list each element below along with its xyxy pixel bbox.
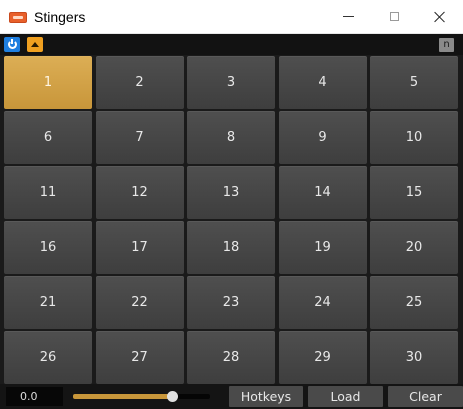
stinger-pad-12[interactable]: 12 [95,166,184,219]
stinger-pad-25[interactable]: 25 [370,276,458,329]
stinger-pad-18[interactable]: 18 [187,221,275,274]
close-button[interactable] [417,0,463,33]
stinger-pad-14[interactable]: 14 [278,166,367,219]
title-bar[interactable]: Stingers [0,0,463,34]
stinger-pad-22[interactable]: 22 [95,276,184,329]
stinger-pad-19[interactable]: 19 [278,221,367,274]
bottom-bar: 0.0 Hotkeys Load Clear [0,384,463,409]
stinger-pad-11[interactable]: 11 [4,166,92,219]
stingers-window: Stingers n 1 2 3 4 5 6 7 8 9 10 11 12 13 14 15 16 17 18 19… [0,0,463,409]
stinger-pad-10[interactable]: 10 [370,111,458,164]
stinger-pad-16[interactable]: 16 [4,221,92,274]
stinger-pad-15[interactable]: 15 [370,166,458,219]
power-icon [7,39,17,49]
stinger-pad-20[interactable]: 20 [370,221,458,274]
stinger-pad-26[interactable]: 26 [4,331,92,384]
volume-slider[interactable] [73,391,210,402]
stinger-pad-24[interactable]: 24 [278,276,367,329]
close-icon [434,11,446,23]
volume-slider-thumb[interactable] [166,391,178,402]
stinger-pad-29[interactable]: 29 [278,331,367,384]
hotkeys-button[interactable]: Hotkeys [229,386,303,407]
collapse-button[interactable] [27,37,43,52]
stinger-pad-3[interactable]: 3 [187,56,275,109]
maximize-button[interactable] [371,0,417,33]
stinger-pad-grid: 1 2 3 4 5 6 7 8 9 10 11 12 13 14 15 16 17 18 19 20 21 22 23 24 2… [4,56,459,384]
clear-button[interactable]: Clear [388,386,463,407]
stinger-pad-4[interactable]: 4 [278,56,367,109]
minimize-button[interactable] [325,0,371,33]
toolbar: n [0,34,463,55]
stinger-pad-6[interactable]: 6 [4,111,92,164]
stinger-pad-8[interactable]: 8 [187,111,275,164]
maximize-icon [389,12,399,21]
stinger-pad-9[interactable]: 9 [278,111,367,164]
stinger-pad-23[interactable]: 23 [187,276,275,329]
volume-slider-fill [73,394,172,399]
stinger-pad-27[interactable]: 27 [95,331,184,384]
app-logo-icon [9,12,27,23]
stinger-pad-21[interactable]: 21 [4,276,92,329]
window-title: Stingers [34,9,86,25]
n-button[interactable]: n [439,38,454,52]
stinger-pad-5[interactable]: 5 [370,56,458,109]
volume-readout[interactable]: 0.0 [6,387,63,406]
load-button[interactable]: Load [308,386,383,407]
stinger-pad-13[interactable]: 13 [187,166,275,219]
stinger-pad-1[interactable]: 1 [4,56,92,109]
caret-up-icon [31,42,39,47]
stinger-pad-28[interactable]: 28 [187,331,275,384]
minimize-icon [342,16,354,17]
stinger-pad-7[interactable]: 7 [95,111,184,164]
stinger-pad-17[interactable]: 17 [95,221,184,274]
stinger-pad-2[interactable]: 2 [95,56,184,109]
stinger-pad-30[interactable]: 30 [370,331,458,384]
power-button[interactable] [4,37,20,52]
